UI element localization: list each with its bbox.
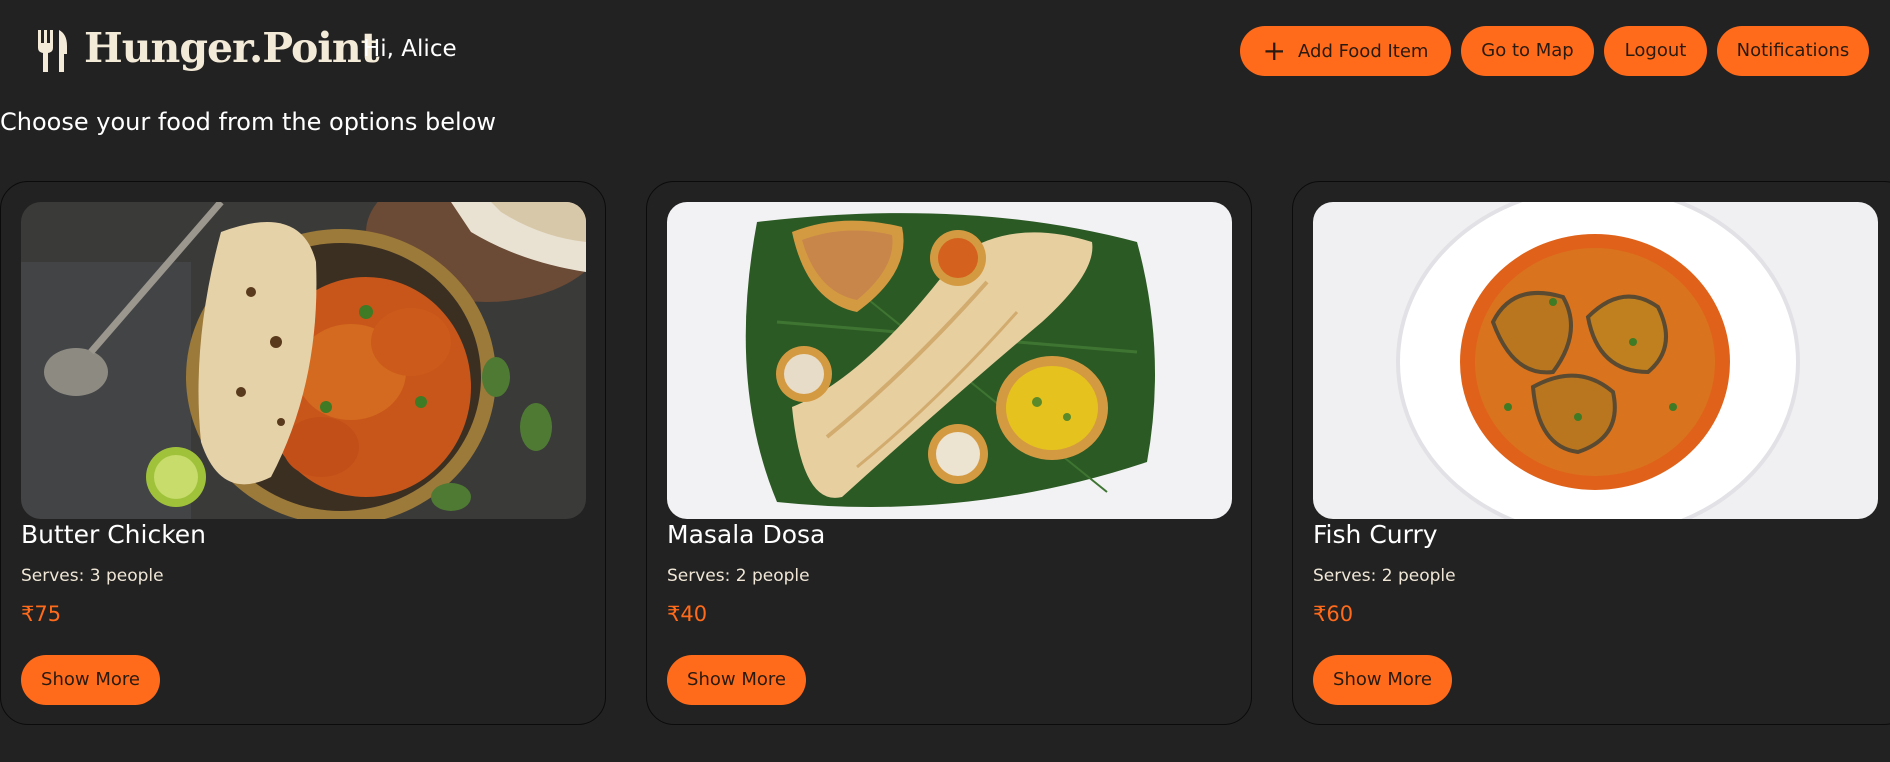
add-food-item-button[interactable]: + Add Food Item: [1240, 26, 1451, 76]
food-image: [21, 202, 586, 519]
food-serves: Serves: 2 people: [1313, 566, 1456, 586]
user-greeting: Hi, Alice: [363, 36, 457, 62]
food-image: [1313, 202, 1878, 519]
food-serves: Serves: 3 people: [21, 566, 164, 586]
food-image: [667, 202, 1232, 519]
food-card: Butter Chicken Serves: 3 people ₹75 Show…: [0, 181, 606, 725]
brand-name[interactable]: Hunger.Point: [84, 24, 380, 72]
logout-button[interactable]: Logout: [1604, 26, 1707, 76]
show-more-button[interactable]: Show More: [667, 655, 806, 705]
plus-icon: +: [1262, 34, 1287, 67]
notifications-button[interactable]: Notifications: [1717, 26, 1869, 76]
food-price: ₹40: [667, 602, 708, 626]
show-more-button[interactable]: Show More: [1313, 655, 1452, 705]
food-card: Fish Curry Serves: 2 people ₹60 Show Mor…: [1292, 181, 1890, 725]
page-subtitle: Choose your food from the options below: [0, 108, 497, 136]
food-card: Masala Dosa Serves: 2 people ₹40 Show Mo…: [646, 181, 1252, 725]
go-to-map-button[interactable]: Go to Map: [1461, 26, 1594, 76]
food-serves: Serves: 2 people: [667, 566, 810, 586]
header: Hunger.Point Hi, Alice + Add Food Item Go…: [0, 0, 1890, 100]
show-more-button[interactable]: Show More: [21, 655, 160, 705]
food-price: ₹75: [21, 602, 62, 626]
food-price: ₹60: [1313, 602, 1354, 626]
food-name: Butter Chicken: [21, 520, 207, 549]
food-name: Masala Dosa: [667, 520, 826, 549]
add-food-item-label: Add Food Item: [1298, 41, 1429, 62]
fork-knife-icon: [36, 30, 68, 72]
food-name: Fish Curry: [1313, 520, 1438, 549]
